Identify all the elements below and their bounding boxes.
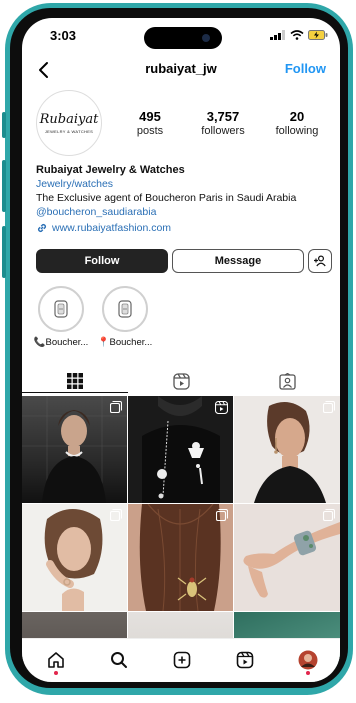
avatar-logo-subtitle: JEWELRY & WATCHES — [44, 129, 94, 134]
search-icon — [111, 652, 127, 668]
nav-reels[interactable] — [234, 649, 256, 671]
status-time: 3:03 — [50, 28, 77, 43]
profile-tabs — [22, 370, 340, 394]
post-thumbnail[interactable] — [234, 396, 340, 503]
bio-website[interactable]: www.rubaiyatfashion.com — [52, 221, 171, 235]
battery-charging-icon — [308, 30, 328, 40]
highlight-ring — [102, 286, 148, 332]
post-thumbnail[interactable] — [234, 504, 340, 611]
screen: 3:03 rubaiyat_jw Follow Rubaiyat JEWELRY… — [22, 18, 340, 682]
nav-create[interactable] — [171, 649, 193, 671]
multiple-icon — [323, 509, 335, 521]
nav-notification-dot — [54, 671, 58, 675]
story-highlight-2[interactable]: 📍Boucher... — [90, 286, 160, 348]
nav-home[interactable] — [45, 649, 67, 671]
multiple-icon — [323, 401, 335, 413]
bio-name: Rubaiyat Jewelry & Watches — [36, 164, 185, 176]
create-icon — [173, 651, 191, 669]
stat-followers-value: 3,757 — [206, 109, 240, 124]
multiple-icon — [110, 401, 122, 413]
tab-reels[interactable] — [128, 370, 234, 392]
nav-profile[interactable] — [297, 649, 319, 671]
boucheron-store-icon — [54, 300, 68, 318]
bio-website-row[interactable]: www.rubaiyatfashion.com — [36, 221, 336, 235]
highlight-label: 📞Boucher... — [33, 337, 89, 348]
reel-icon — [215, 401, 228, 414]
phone-volume-up — [2, 160, 6, 212]
stat-posts-value: 495 — [139, 109, 161, 124]
nav-search[interactable] — [108, 649, 130, 671]
signal-icon — [270, 30, 285, 40]
tab-grid[interactable] — [22, 370, 128, 393]
tab-tagged[interactable] — [234, 370, 340, 392]
avatar-logo-text: Rubaiyat — [39, 112, 99, 127]
nav-profile-dot — [306, 671, 310, 675]
bio-mention[interactable]: @boucheron_saudiarabia — [36, 205, 336, 219]
highlight-label: 📍Boucher... — [97, 337, 153, 348]
message-button[interactable]: Message — [172, 249, 304, 273]
active-tab-indicator — [22, 392, 128, 393]
stat-following-label: following — [275, 125, 319, 137]
stat-posts-label: posts — [136, 125, 164, 137]
profile-avatar-icon — [298, 650, 318, 670]
stat-followers[interactable]: 3,757 followers — [190, 109, 256, 137]
bio-description: The Exclusive agent of Boucheron Paris i… — [36, 192, 297, 204]
status-icons — [270, 30, 328, 40]
boucheron-store-icon — [118, 300, 132, 318]
story-highlight-1[interactable]: 📞Boucher... — [26, 286, 96, 348]
status-bar: 3:03 — [22, 18, 340, 54]
post-thumbnail[interactable] — [22, 504, 127, 611]
phone-volume-down — [2, 226, 6, 278]
bottom-navigation — [22, 638, 340, 682]
stat-posts[interactable]: 495 posts — [120, 109, 180, 137]
profile-avatar[interactable]: Rubaiyat JEWELRY & WATCHES — [36, 90, 102, 156]
tagged-icon — [278, 372, 296, 390]
grid-icon — [67, 373, 83, 389]
phone-side-button — [2, 112, 6, 138]
post-thumbnail[interactable] — [128, 396, 233, 503]
stat-followers-label: followers — [201, 125, 245, 137]
camera-icon — [202, 34, 210, 42]
multiple-icon — [216, 509, 228, 521]
profile-bio: Rubaiyat Jewelry & Watches Jewelry/watch… — [36, 163, 336, 235]
link-icon — [38, 224, 46, 232]
multiple-icon — [110, 509, 122, 521]
header-follow-link[interactable]: Follow — [285, 61, 326, 76]
stat-following-value: 20 — [289, 109, 305, 124]
post-thumbnail[interactable] — [22, 396, 127, 503]
reels-icon — [172, 372, 190, 390]
reels-icon — [236, 651, 254, 669]
stat-following[interactable]: 20 following — [264, 109, 330, 137]
dynamic-island — [144, 27, 222, 49]
profile-header: rubaiyat_jw Follow — [22, 56, 340, 84]
bio-category[interactable]: Jewelry/watches — [36, 177, 336, 191]
post-thumbnail[interactable] — [128, 504, 233, 611]
highlight-ring — [38, 286, 84, 332]
add-user-button[interactable] — [308, 249, 332, 273]
home-icon — [48, 652, 64, 668]
add-user-icon — [314, 255, 326, 267]
wifi-icon — [290, 30, 304, 40]
follow-button[interactable]: Follow — [36, 249, 168, 273]
